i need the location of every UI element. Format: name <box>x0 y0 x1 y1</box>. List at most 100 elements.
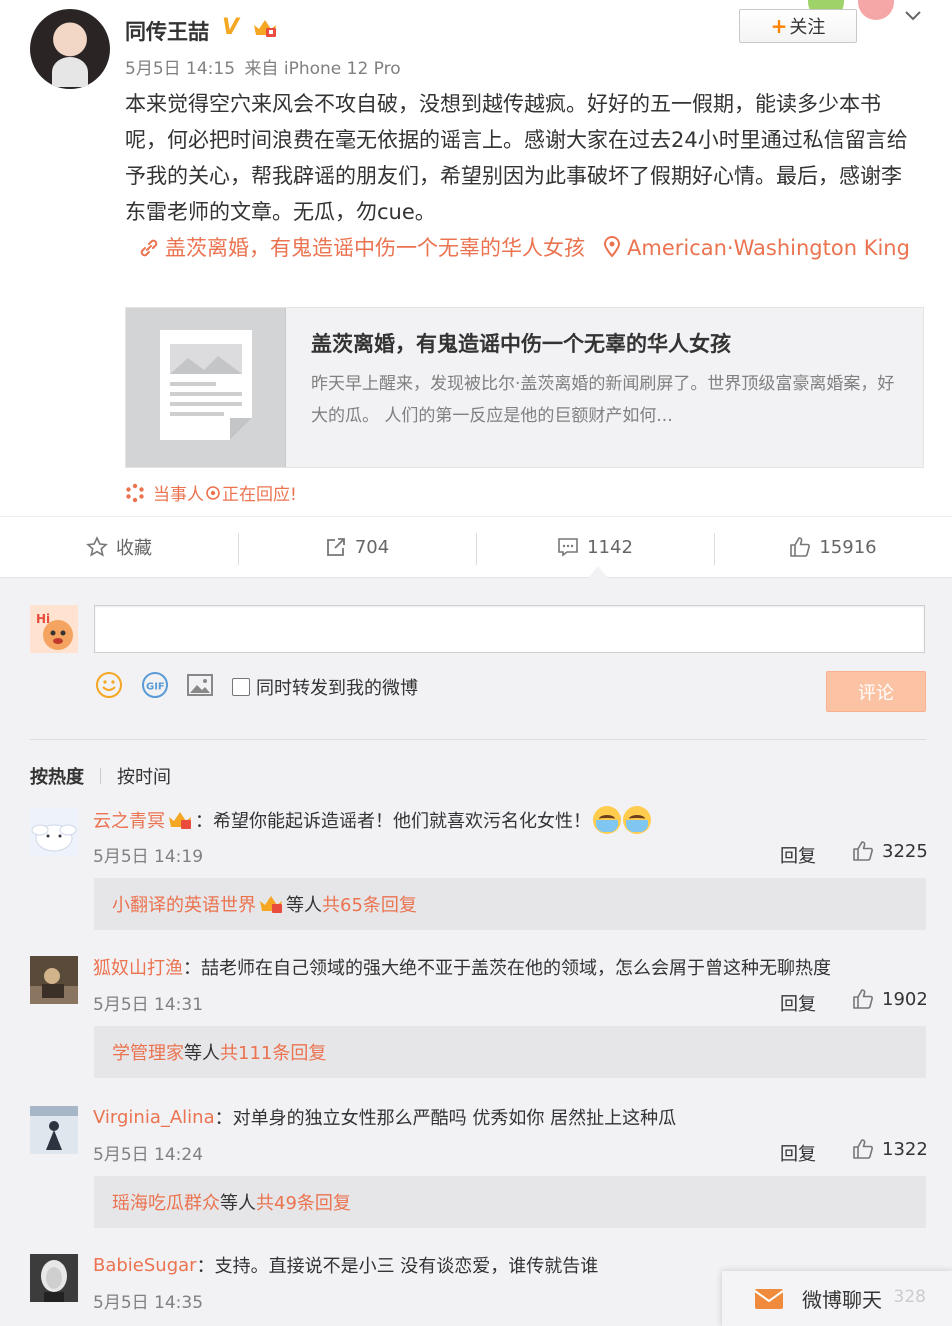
article-card[interactable]: 盖茨离婚，有鬼造谣中伤一个无辜的华人女孩 昨天早上醒来，发现被比尔·盖茨离婚的新… <box>125 307 924 468</box>
sort-by-hot-tab[interactable]: 按热度 <box>30 763 84 789</box>
commenter-avatar[interactable] <box>30 1106 78 1154</box>
colon: ： <box>196 1256 215 1277</box>
commenter-name[interactable]: 狐奴山打渔 <box>93 954 183 980</box>
tab-separator <box>100 768 101 784</box>
article-link[interactable]: 盖茨离婚，有鬼造谣中伤一个无辜的华人女孩 <box>165 236 585 260</box>
repost-button[interactable]: 704 <box>238 517 476 577</box>
crown-badge-icon <box>254 20 276 37</box>
comment-line: 云之青冥 ： 希望你能起诉造谣者！他们就喜欢污名化女性！ <box>93 806 651 834</box>
sub-reply-mid: 等人 <box>184 1043 220 1064</box>
star-icon <box>86 536 108 557</box>
repost-count: 704 <box>354 536 390 558</box>
sub-reply-user[interactable]: 小翻译的英语世界 <box>112 891 256 917</box>
weibo-chat-panel[interactable]: 微博聊天 328 <box>722 1271 952 1326</box>
post-text: 本来觉得空穴来风会不攻自破，没想到越传越疯。好好的五一假期，能读多少本书呢，何必… <box>125 92 908 224</box>
action-bar: 收藏 704 1142 15916 <box>0 516 952 578</box>
sub-replies-summary[interactable]: 小翻译的英语世界 等人 共65条回复 <box>94 878 926 930</box>
sub-reply-count[interactable]: 共65条回复 <box>322 891 417 917</box>
link-icon <box>140 239 158 257</box>
avatar-image <box>30 808 78 856</box>
article-placeholder-icon <box>160 330 252 440</box>
sort-by-time-tab[interactable]: 按时间 <box>117 763 171 789</box>
article-thumbnail <box>126 308 286 467</box>
comment-line: 狐奴山打渔 ： 喆老师在自己领域的强大绝不亚于盖茨在他的领域，怎么会屑于曾这种无… <box>93 954 831 980</box>
mail-icon <box>754 1288 784 1309</box>
thumb-up-icon <box>790 537 811 557</box>
colon: ： <box>195 811 213 832</box>
comment-input[interactable] <box>94 605 925 653</box>
comment-like-button[interactable]: 3225 <box>852 840 928 862</box>
favorite-button[interactable]: 收藏 <box>0 517 238 577</box>
article-summary: 昨天早上醒来，发现被比尔·盖茨离婚的新闻刷屏了。世界顶级富豪离婚案，好大的瓜。 … <box>311 374 895 426</box>
comment-line: Virginia_Alina ： 对单身的独立女性那么严酷吗 优秀如你 居然扯上… <box>93 1104 676 1130</box>
my-avatar: Hi <box>30 605 78 653</box>
repost-checkbox[interactable]: 同时转发到我的微博 <box>232 674 418 700</box>
crown-badge-icon <box>169 812 191 829</box>
commenter-name[interactable]: 云之青冥 <box>93 807 165 833</box>
svg-text:Hi: Hi <box>36 612 50 626</box>
commenter-avatar[interactable] <box>30 808 78 856</box>
avatar-image <box>30 1106 78 1154</box>
colon: ： <box>183 958 201 979</box>
follow-label: 关注 <box>789 17 826 38</box>
commenter-name[interactable]: BabieSugar <box>93 1255 197 1276</box>
thumb-up-icon <box>853 1139 873 1159</box>
avatar-image <box>30 1254 78 1302</box>
comment-time: 5月5日 14:35 <box>93 1293 204 1313</box>
respond-notice[interactable]: 当事人 正在回应! <box>125 480 297 505</box>
post-source: 来自 iPhone 12 Pro <box>244 59 401 79</box>
comment-text: 对单身的独立女性那么严酷吗 优秀如你 居然扯上这种瓜 <box>232 1108 677 1129</box>
commenter-avatar[interactable] <box>30 956 78 1004</box>
reply-button[interactable]: 回复 <box>780 842 816 868</box>
comment-like-button[interactable]: 1902 <box>852 988 928 1010</box>
sub-reply-user[interactable]: 学管理家 <box>112 1039 184 1065</box>
chevron-down-icon[interactable] <box>903 6 923 26</box>
like-count: 15916 <box>819 536 877 558</box>
reply-button[interactable]: 回复 <box>780 990 816 1016</box>
repost-icon <box>326 538 345 556</box>
follow-button[interactable]: + 关注 <box>739 9 857 43</box>
respond-label-a: 当事人 <box>153 485 204 505</box>
plus-icon: + <box>770 14 788 38</box>
comment-like-button[interactable]: 1322 <box>852 1138 928 1160</box>
chat-ghost-count: 328 <box>893 1287 926 1307</box>
thumb-up-icon <box>853 989 873 1009</box>
article-title: 盖茨离婚，有鬼造谣中伤一个无辜的华人女孩 <box>311 332 731 356</box>
author-name[interactable]: 同传王喆 <box>125 16 209 46</box>
avatar-image <box>30 956 78 1004</box>
sub-reply-count[interactable]: 共49条回复 <box>256 1189 351 1215</box>
location-link[interactable]: American·Washington King <box>627 236 910 260</box>
checkbox-box[interactable] <box>232 678 250 696</box>
comment-time: 5月5日 14:31 <box>93 995 204 1015</box>
comment-pointer <box>588 566 608 578</box>
sub-reply-user[interactable]: 瑶海吃瓜群众 <box>112 1189 220 1215</box>
sub-reply-mid: 等人 <box>286 895 322 916</box>
divider <box>30 739 926 740</box>
image-icon[interactable] <box>186 671 214 699</box>
commenter-avatar[interactable] <box>30 1254 78 1302</box>
decor-sticker <box>858 0 894 20</box>
crying-emoji-icon <box>593 806 621 834</box>
reply-button[interactable]: 回复 <box>780 1140 816 1166</box>
sub-reply-count[interactable]: 共111条回复 <box>220 1039 326 1065</box>
gif-icon[interactable]: GIF <box>141 671 169 699</box>
sub-replies-summary[interactable]: 学管理家 等人 共111条回复 <box>94 1026 926 1078</box>
comment-count: 1142 <box>587 536 633 558</box>
flower-icon <box>206 485 220 500</box>
sub-replies-summary[interactable]: 瑶海吃瓜群众 等人 共49条回复 <box>94 1176 926 1228</box>
commenter-name[interactable]: Virginia_Alina <box>93 1107 215 1128</box>
location-icon <box>603 236 621 258</box>
comment-text: 喆老师在自己领域的强大绝不亚于盖茨在他的领域，怎么会屑于曾这种无聊热度 <box>201 958 831 979</box>
comment-time: 5月5日 14:24 <box>93 1145 204 1165</box>
like-button[interactable]: 15916 <box>714 517 952 577</box>
comment-text: 希望你能起诉造谣者！他们就喜欢污名化女性！ <box>213 811 591 832</box>
respond-label-b: 正在回应! <box>222 485 297 505</box>
submit-comment-button[interactable]: 评论 <box>826 671 926 712</box>
smiley-icon[interactable] <box>95 671 123 699</box>
sub-reply-mid: 等人 <box>220 1193 256 1214</box>
post-date[interactable]: 5月5日 14:15 <box>125 59 235 79</box>
colon: ： <box>214 1108 233 1129</box>
verified-badge-icon: V <box>222 15 240 40</box>
author-avatar[interactable] <box>30 9 110 89</box>
comment-line: BabieSugar ： 支持。直接说不是小三 没有谈恋爱，谁传就告谁 <box>93 1252 598 1278</box>
